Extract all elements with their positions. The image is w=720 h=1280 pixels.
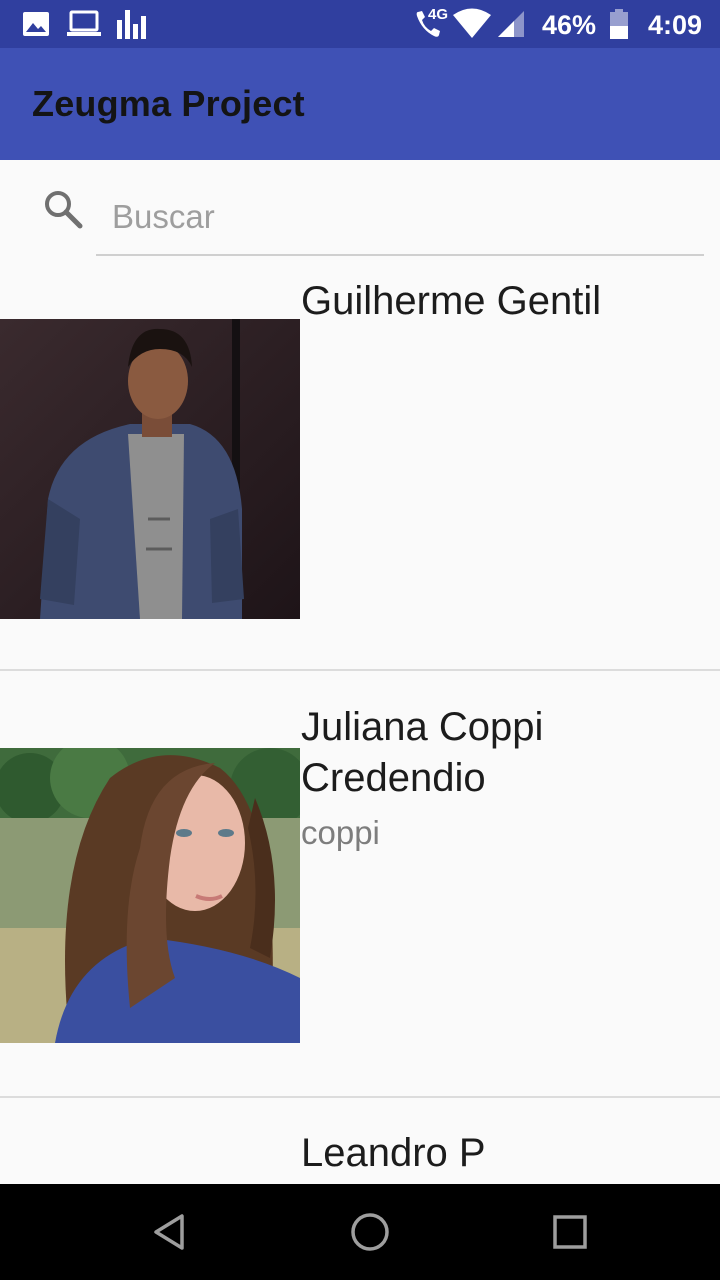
user-photo <box>0 748 300 1043</box>
user-photo <box>0 319 300 619</box>
back-icon[interactable] <box>140 1202 200 1262</box>
battery-percent: 46% <box>542 10 597 40</box>
list-item[interactable]: Juliana Coppi Credendio coppi <box>0 672 720 1098</box>
home-icon[interactable] <box>340 1202 400 1262</box>
app-title: Zeugma Project <box>32 83 305 124</box>
bar-chart-icon <box>116 0 148 48</box>
search-icon[interactable] <box>42 188 84 230</box>
divider <box>0 669 720 671</box>
recents-icon[interactable] <box>540 1202 600 1262</box>
user-name: Juliana Coppi Credendio <box>301 705 544 800</box>
battery-icon <box>609 0 629 48</box>
user-name: Leandro P <box>301 1131 486 1175</box>
user-username: coppi <box>301 814 380 851</box>
app-bar: Zeugma Project <box>0 48 720 160</box>
navigation-bar <box>0 1184 720 1280</box>
clock: 4:09 <box>648 10 703 40</box>
network-type-label: 4G <box>428 6 449 23</box>
image-icon <box>22 0 50 48</box>
search-input[interactable] <box>96 180 704 256</box>
cell-signal-icon <box>496 0 526 48</box>
laptop-icon <box>66 0 102 48</box>
list-item[interactable]: Leandro P <box>0 1098 720 1198</box>
search-bar <box>0 160 720 256</box>
wifi-icon <box>452 0 492 48</box>
list-item[interactable]: Guilherme Gentil <box>0 256 720 671</box>
status-bar: 4G 46% 4:09 <box>0 0 720 48</box>
user-name: Guilherme Gentil <box>301 279 602 323</box>
